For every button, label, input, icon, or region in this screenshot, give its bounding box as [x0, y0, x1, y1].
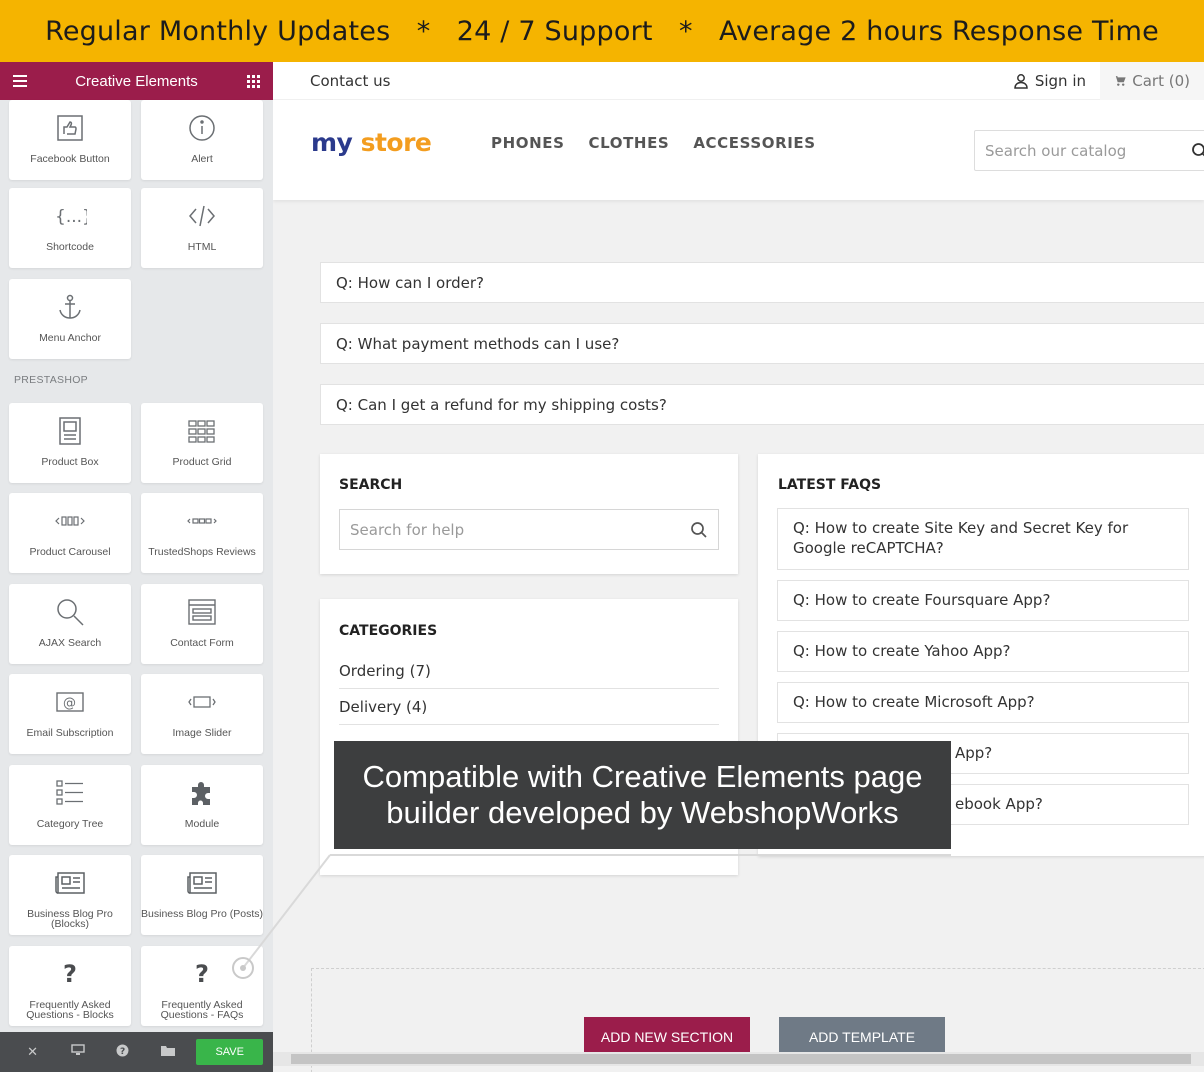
- compatibility-callout: Compatible with Creative Elements page b…: [334, 741, 951, 849]
- callout-connector: [232, 854, 951, 979]
